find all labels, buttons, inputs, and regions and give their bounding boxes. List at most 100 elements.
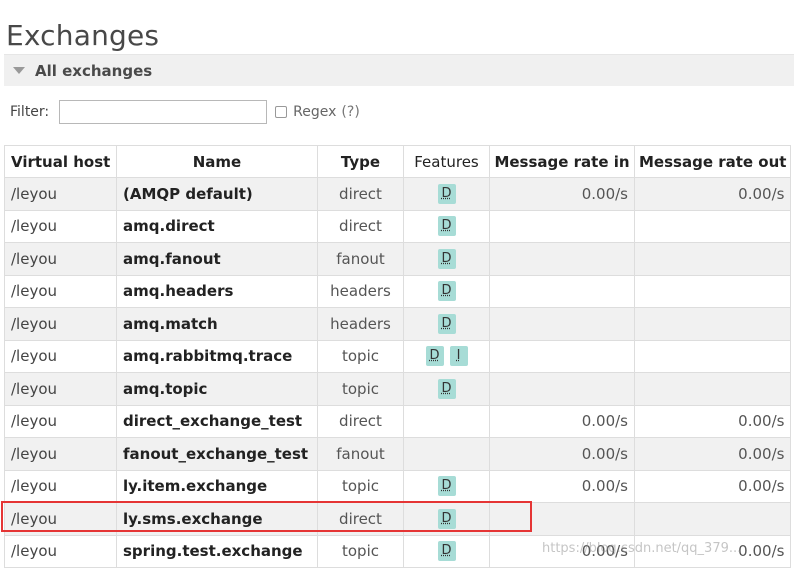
table-row: /leyou ly.sms.exchange direct D bbox=[4, 502, 792, 536]
cell-message-rate-out bbox=[633, 242, 792, 276]
cell-message-rate-out: 0.00/s bbox=[633, 404, 792, 438]
cell-features: D bbox=[403, 307, 490, 341]
cell-virtual-host: /leyou bbox=[4, 274, 117, 308]
filter-label: Filter: bbox=[10, 104, 50, 120]
column-header-message-rate-in[interactable]: Message rate in bbox=[489, 145, 635, 178]
cell-exchange-name-link[interactable]: (AMQP default) bbox=[116, 177, 318, 211]
cell-virtual-host: /leyou bbox=[4, 534, 117, 568]
feature-badge: D bbox=[425, 346, 444, 367]
cell-type: topic bbox=[317, 534, 404, 568]
table-row: /leyou amq.topic topic D bbox=[4, 372, 792, 406]
feature-badge: D bbox=[437, 248, 456, 269]
cell-virtual-host: /leyou bbox=[4, 242, 117, 276]
table-row: /leyou ly.item.exchange topic D 0.00/s 0.00/s bbox=[4, 469, 792, 503]
filter-row: Filter: Regex (?) bbox=[10, 98, 360, 126]
table-row: /leyou (AMQP default) direct D 0.00/s 0.00/s bbox=[4, 177, 792, 211]
cell-exchange-name-link[interactable]: ly.item.exchange bbox=[116, 469, 318, 503]
cell-message-rate-in bbox=[489, 307, 635, 341]
regex-checkbox[interactable] bbox=[275, 106, 288, 118]
feature-badge: D bbox=[437, 216, 456, 237]
cell-virtual-host: /leyou bbox=[4, 339, 117, 373]
cell-message-rate-in: 0.00/s bbox=[489, 469, 635, 503]
cell-type: fanout bbox=[317, 437, 404, 471]
cell-message-rate-out bbox=[633, 502, 792, 536]
table-header-row: Virtual host Name Type Features Message … bbox=[4, 145, 792, 178]
cell-exchange-name-link[interactable]: amq.match bbox=[116, 307, 318, 341]
cell-exchange-name-link[interactable]: amq.fanout bbox=[116, 242, 318, 276]
exchanges-table: Virtual host Name Type Features Message … bbox=[4, 145, 792, 568]
cell-message-rate-out bbox=[633, 339, 792, 373]
section-title: All exchanges bbox=[35, 61, 153, 80]
cell-type: topic bbox=[317, 372, 404, 406]
cell-features: D bbox=[403, 534, 490, 568]
cell-type: fanout bbox=[317, 242, 404, 276]
cell-type: direct bbox=[317, 502, 404, 536]
table-row: /leyou amq.headers headers D bbox=[4, 274, 792, 308]
cell-virtual-host: /leyou bbox=[4, 372, 117, 406]
page-title: Exchanges bbox=[6, 18, 160, 52]
cell-type: headers bbox=[317, 274, 404, 308]
table-row: /leyou amq.match headers D bbox=[4, 307, 792, 341]
column-header-name[interactable]: Name bbox=[116, 145, 318, 178]
cell-message-rate-in bbox=[489, 372, 635, 406]
cell-message-rate-out bbox=[633, 209, 792, 243]
cell-exchange-name-link[interactable]: ly.sms.exchange bbox=[116, 502, 318, 536]
table-row: /leyou spring.test.exchange topic D 0.00/s 0.… bbox=[4, 534, 792, 568]
cell-virtual-host: /leyou bbox=[4, 437, 117, 471]
cell-message-rate-in: 0.00/s bbox=[489, 437, 635, 471]
filter-input[interactable] bbox=[59, 100, 268, 124]
cell-message-rate-in bbox=[489, 274, 635, 308]
cell-exchange-name-link[interactable]: direct_exchange_test bbox=[116, 404, 318, 438]
cell-message-rate-out bbox=[633, 372, 792, 406]
cell-features bbox=[403, 437, 490, 471]
cell-message-rate-in: 0.00/s bbox=[489, 534, 635, 568]
table-row: /leyou direct_exchange_test direct 0.00/s 0.… bbox=[4, 404, 792, 438]
cell-message-rate-in bbox=[489, 339, 635, 373]
cell-type: topic bbox=[317, 469, 404, 503]
table-row: /leyou amq.direct direct D bbox=[4, 209, 792, 243]
cell-message-rate-in bbox=[489, 209, 635, 243]
cell-features: D bbox=[403, 502, 490, 536]
feature-badge: D bbox=[437, 541, 456, 562]
cell-message-rate-out: 0.00/s bbox=[633, 437, 792, 471]
cell-exchange-name-link[interactable]: amq.topic bbox=[116, 372, 318, 406]
feature-badge: I bbox=[449, 346, 468, 367]
feature-badge: D bbox=[437, 378, 456, 399]
cell-features: D bbox=[403, 274, 490, 308]
feature-badge: D bbox=[437, 476, 456, 497]
cell-features: DI bbox=[403, 339, 490, 373]
cell-type: direct bbox=[317, 209, 404, 243]
cell-exchange-name-link[interactable]: amq.headers bbox=[116, 274, 318, 308]
column-header-type[interactable]: Type bbox=[317, 145, 404, 178]
cell-message-rate-in bbox=[489, 242, 635, 276]
cell-exchange-name-link[interactable]: fanout_exchange_test bbox=[116, 437, 318, 471]
column-header-message-rate-out[interactable]: Message rate out bbox=[633, 145, 792, 178]
cell-virtual-host: /leyou bbox=[4, 502, 117, 536]
table-row: /leyou fanout_exchange_test fanout 0.00/s 0.… bbox=[4, 437, 792, 471]
cell-virtual-host: /leyou bbox=[4, 307, 117, 341]
cell-exchange-name-link[interactable]: spring.test.exchange bbox=[116, 534, 318, 568]
column-header-virtual-host[interactable]: Virtual host bbox=[4, 145, 117, 178]
table-row: /leyou amq.rabbitmq.trace topic D I bbox=[4, 339, 792, 373]
cell-virtual-host: /leyou bbox=[4, 209, 117, 243]
regex-label: Regex bbox=[293, 104, 337, 120]
cell-features: D bbox=[403, 209, 490, 243]
collapse-triangle-icon[interactable] bbox=[13, 67, 25, 74]
cell-exchange-name-link[interactable]: amq.direct bbox=[116, 209, 318, 243]
all-exchanges-section-header[interactable]: All exchanges bbox=[4, 54, 794, 86]
cell-type: direct bbox=[317, 177, 404, 211]
cell-exchange-name-link[interactable]: amq.rabbitmq.trace bbox=[116, 339, 318, 373]
regex-help-link[interactable]: (?) bbox=[341, 104, 359, 120]
cell-features: D bbox=[403, 469, 490, 503]
cell-message-rate-out bbox=[633, 274, 792, 308]
cell-type: direct bbox=[317, 404, 404, 438]
table-row: /leyou amq.fanout fanout D bbox=[4, 242, 792, 276]
cell-virtual-host: /leyou bbox=[4, 469, 117, 503]
feature-badge: D bbox=[437, 313, 456, 334]
cell-message-rate-in bbox=[489, 502, 635, 536]
cell-features: D bbox=[403, 372, 490, 406]
feature-badge: D bbox=[437, 281, 456, 302]
feature-badge: D bbox=[437, 508, 456, 529]
cell-message-rate-in: 0.00/s bbox=[489, 404, 635, 438]
cell-virtual-host: /leyou bbox=[4, 404, 117, 438]
